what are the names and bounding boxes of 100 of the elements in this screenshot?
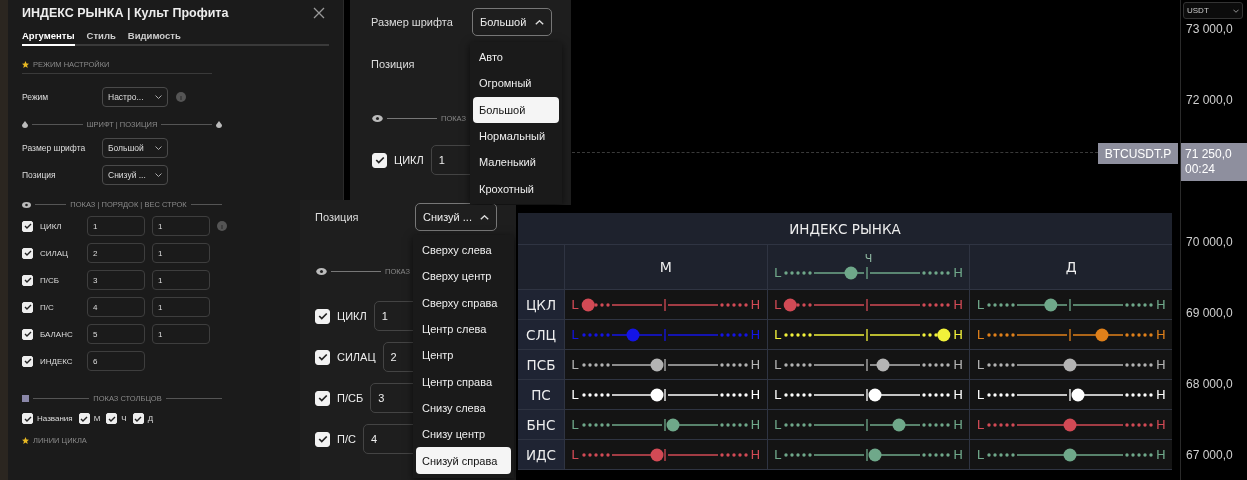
- tab[interactable]: Стиль: [86, 28, 116, 46]
- high-label: H: [953, 265, 963, 281]
- row-header: ПС: [531, 386, 551, 403]
- menu-option[interactable]: Большой: [473, 96, 559, 123]
- weight-field[interactable]: 1: [152, 243, 210, 263]
- row-header: ИДС: [525, 446, 557, 463]
- caret-icon: [155, 95, 162, 99]
- weight-field[interactable]: 1: [152, 216, 210, 236]
- check-icon: [23, 223, 32, 229]
- low-label: L: [773, 265, 782, 281]
- checkbox-label: М: [93, 414, 101, 423]
- row-header: ЦКЛ: [525, 296, 557, 313]
- row-label: СИЛАЦ: [337, 351, 376, 363]
- low-label: L: [976, 386, 984, 403]
- checkbox[interactable]: [22, 274, 33, 286]
- caret-icon: [480, 214, 489, 220]
- high-label: H: [750, 386, 761, 403]
- order-field[interactable]: 3: [87, 270, 145, 290]
- field-label: Режим: [22, 92, 50, 102]
- high-label: H: [953, 386, 963, 403]
- weight-field[interactable]: 1: [152, 270, 210, 290]
- checkbox[interactable]: [78, 413, 90, 424]
- checkbox[interactable]: [132, 413, 144, 424]
- tab[interactable]: Видимость: [127, 28, 181, 46]
- menu-option[interactable]: Авто: [473, 44, 559, 71]
- check-icon: [23, 358, 32, 364]
- mode-select[interactable]: Настро...: [102, 87, 168, 107]
- checkbox[interactable]: [315, 308, 330, 324]
- high-label: H: [953, 356, 963, 373]
- order-field[interactable]: 4: [87, 297, 145, 317]
- row-header: ПСБ: [526, 356, 556, 373]
- high-label: H: [750, 446, 761, 463]
- high-label: H: [953, 446, 963, 463]
- price-tick: 68 000,0: [1186, 377, 1233, 391]
- low-label: L: [976, 416, 984, 433]
- low-label: L: [571, 416, 579, 433]
- order-field[interactable]: 1: [87, 216, 145, 236]
- high-label: H: [1155, 356, 1166, 373]
- checkbox[interactable]: [372, 152, 387, 168]
- checkbox[interactable]: [22, 355, 33, 367]
- menu-option[interactable]: Сверху слева: [416, 237, 511, 264]
- square-icon: [22, 395, 29, 402]
- menu-option[interactable]: Сверху центр: [416, 263, 511, 290]
- caret-icon: [535, 19, 544, 25]
- checkbox[interactable]: [22, 247, 33, 259]
- dialog-title: ИНДЕКС РЫНКА | Культ Профита: [22, 6, 229, 20]
- eye-icon: [316, 268, 327, 275]
- row-label: П/СБ: [337, 392, 364, 404]
- font-size-select[interactable]: Большой: [102, 138, 168, 158]
- price-value: 71 250,0: [1185, 147, 1233, 162]
- high-label: H: [1155, 296, 1166, 313]
- field-label: Размер шрифта: [371, 16, 453, 28]
- checkbox[interactable]: [22, 413, 33, 424]
- row-label: СИЛАЦ: [40, 248, 70, 258]
- position-select[interactable]: Снизуй ...: [415, 203, 497, 231]
- caret-icon: [1233, 8, 1239, 13]
- checkbox[interactable]: [315, 390, 330, 406]
- font-size-select[interactable]: Большой: [472, 8, 552, 36]
- column-header: М: [659, 259, 672, 275]
- menu-option[interactable]: Снизуй справа: [416, 447, 511, 474]
- menu-option[interactable]: Крохотный: [473, 175, 559, 202]
- table-title: ИНДЕКС РЫНКА: [518, 213, 1172, 245]
- high-label: H: [750, 416, 761, 433]
- check-icon: [317, 394, 328, 402]
- order-field[interactable]: 2: [87, 243, 145, 263]
- checkbox[interactable]: [22, 220, 33, 232]
- currency-select[interactable]: USDT: [1183, 2, 1243, 19]
- drop-icon: [216, 121, 222, 128]
- checkbox-label: Ч: [121, 414, 127, 423]
- order-field[interactable]: 6: [87, 351, 145, 371]
- order-field[interactable]: 5: [87, 324, 145, 344]
- high-label: H: [953, 416, 963, 433]
- high-label: H: [750, 296, 761, 313]
- low-label: L: [773, 296, 782, 313]
- row-label: П/С: [40, 302, 55, 312]
- low-label: L: [571, 356, 579, 373]
- high-label: H: [750, 326, 761, 343]
- position-select[interactable]: Снизуй ...: [102, 165, 168, 185]
- checkbox[interactable]: [22, 301, 33, 313]
- caret-icon: [155, 173, 162, 177]
- check-icon: [23, 277, 32, 283]
- menu-option[interactable]: Огромный: [473, 70, 559, 97]
- checkbox[interactable]: [106, 413, 118, 424]
- countdown-timer: 00:24: [1185, 162, 1217, 177]
- checkbox[interactable]: [315, 431, 330, 447]
- checkbox-label: Д: [147, 414, 154, 423]
- price-tick: 67 000,0: [1186, 448, 1233, 462]
- close-icon[interactable]: [313, 7, 325, 19]
- check-icon: [23, 304, 32, 310]
- checkbox[interactable]: [22, 328, 33, 340]
- tab[interactable]: Аргументы: [22, 28, 75, 46]
- checkbox[interactable]: [315, 349, 330, 365]
- low-label: L: [773, 416, 782, 433]
- low-label: L: [773, 326, 782, 343]
- check-icon: [80, 415, 89, 422]
- weight-field[interactable]: 1: [152, 324, 210, 344]
- check-icon: [374, 156, 385, 164]
- column-header: Ч: [864, 253, 873, 265]
- weight-field[interactable]: 1: [152, 297, 210, 317]
- field-label: Позиция: [371, 58, 415, 70]
